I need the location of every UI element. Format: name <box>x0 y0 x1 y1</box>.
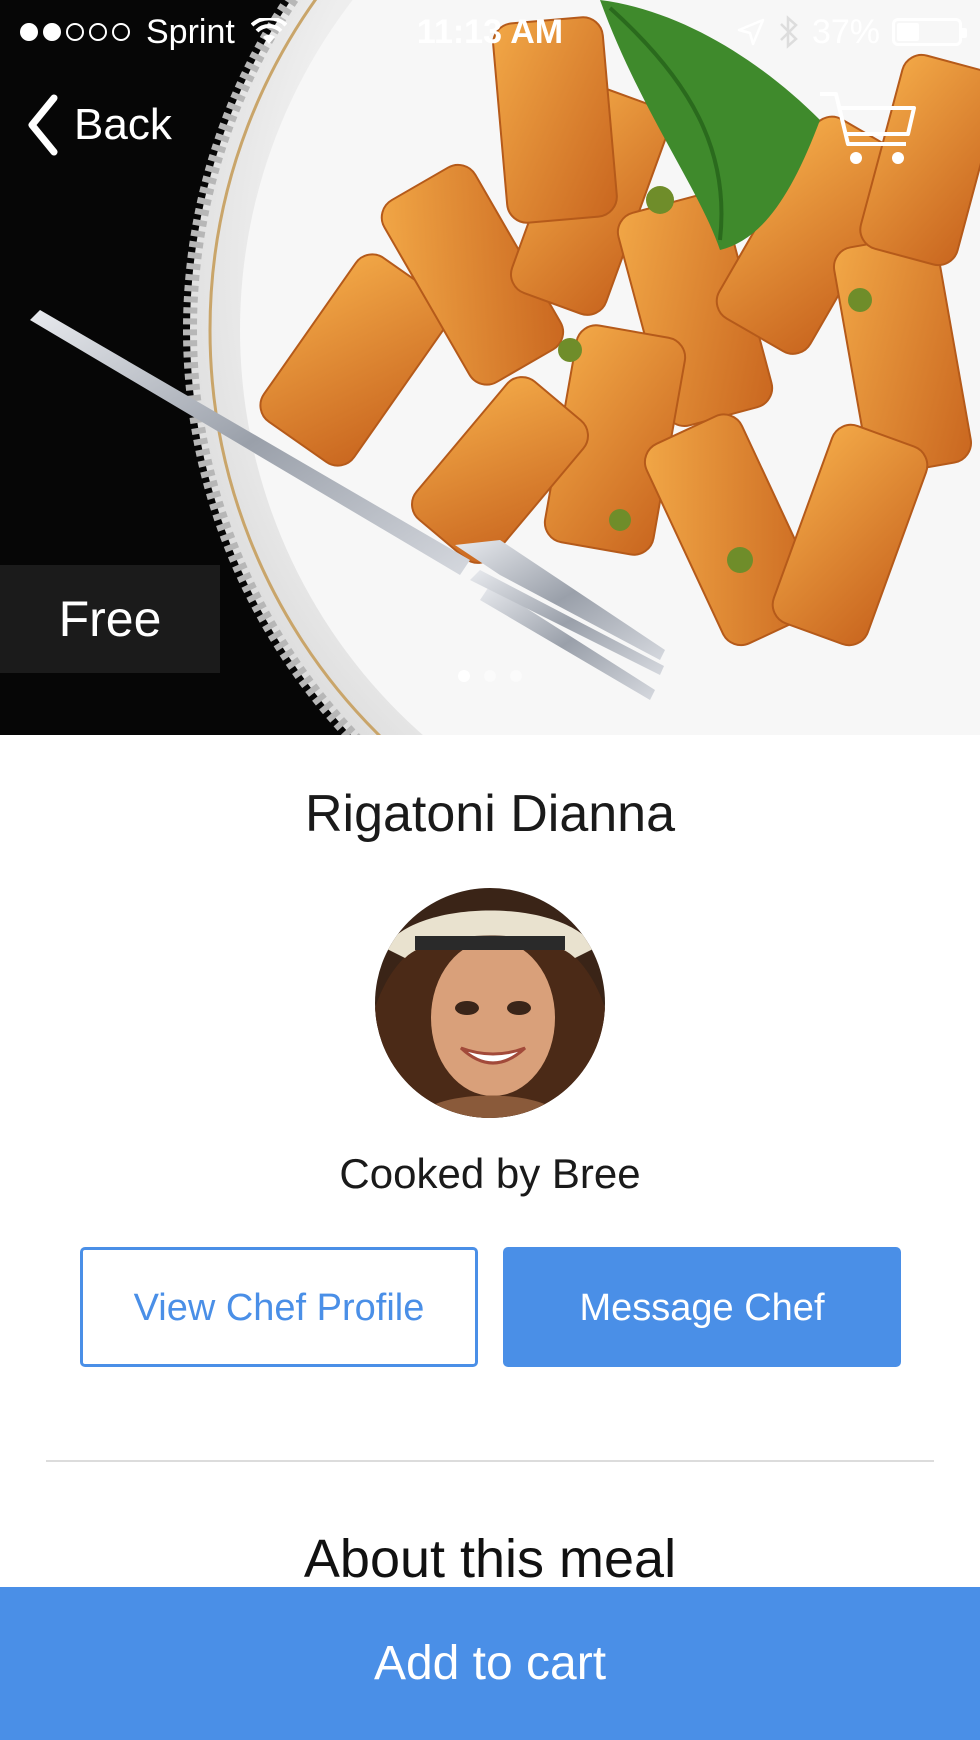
status-bar: Sprint 11:13 AM 37% <box>0 0 980 64</box>
chef-photo <box>375 888 605 1118</box>
battery-icon <box>892 18 967 46</box>
battery-fill <box>897 23 919 41</box>
add-to-cart-button[interactable]: Add to cart <box>0 1587 980 1740</box>
back-button[interactable]: Back <box>24 92 172 158</box>
price-badge: Free <box>0 565 220 673</box>
page-dot[interactable] <box>484 670 496 682</box>
battery-percent: 37% <box>811 13 880 51</box>
chevron-left-icon <box>28 94 58 156</box>
divider <box>46 1460 934 1462</box>
about-section-heading: About this meal <box>303 1529 677 1589</box>
meal-detail-screen: Sprint 11:13 AM 37% Back Free Rigatoni D… <box>0 0 980 1740</box>
meal-photo-carousel[interactable]: Sprint 11:13 AM 37% Back Free <box>0 0 980 735</box>
chef-attribution: Cooked by Bree <box>339 1150 641 1197</box>
page-dot[interactable] <box>510 670 522 682</box>
page-dot[interactable] <box>458 670 470 682</box>
back-label: Back <box>74 100 172 149</box>
cart-icon[interactable] <box>818 88 918 168</box>
carousel-page-indicator[interactable] <box>0 670 980 682</box>
chef-avatar[interactable] <box>375 888 605 1118</box>
bluetooth-icon <box>780 15 798 49</box>
view-chef-profile-button[interactable]: View Chef Profile <box>80 1247 478 1367</box>
meal-title: Rigatoni Dianna <box>304 785 676 843</box>
message-chef-button[interactable]: Message Chef <box>503 1247 901 1367</box>
location-arrow-icon <box>737 18 765 46</box>
